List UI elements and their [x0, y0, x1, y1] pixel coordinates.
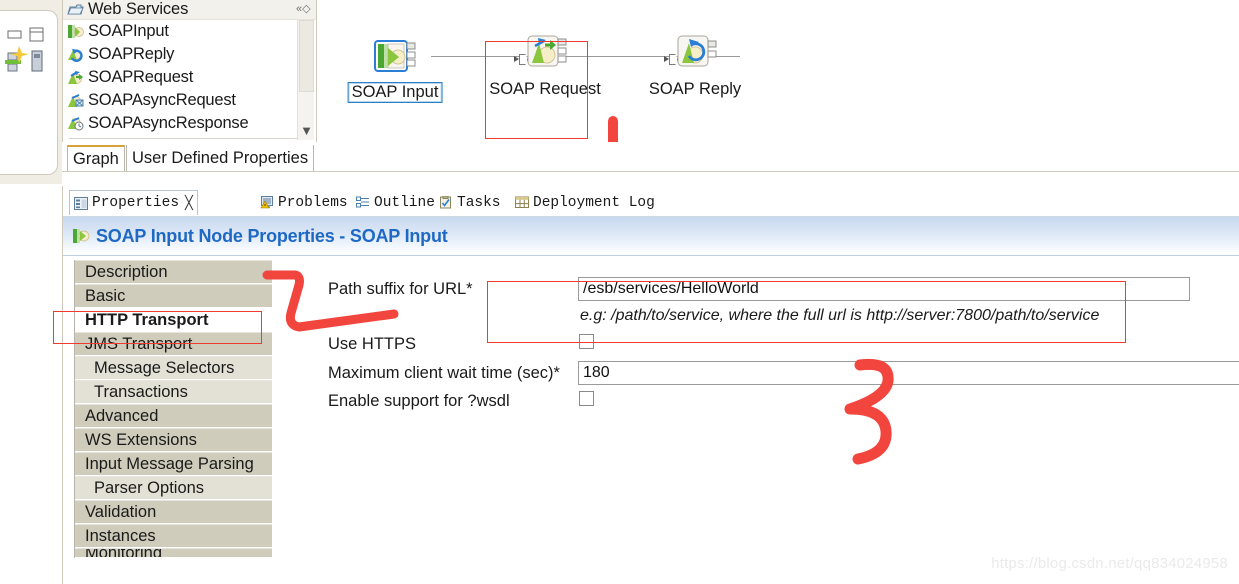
- soap-async-response-icon: [68, 117, 84, 131]
- soap-request-icon: [68, 71, 83, 84]
- plist-item-validation[interactable]: Validation: [75, 500, 272, 524]
- tab-outline[interactable]: Outline: [352, 190, 439, 215]
- tab-label: Graph: [73, 150, 119, 168]
- properties-icon: [74, 196, 88, 210]
- tab-graph[interactable]: Graph: [67, 145, 125, 172]
- flow-icon: [5, 46, 29, 72]
- tab-properties[interactable]: Properties ╳: [69, 190, 198, 215]
- plist-label: Basic: [85, 286, 126, 305]
- palette-item-soapasyncrequest[interactable]: SOAPAsyncRequest: [63, 89, 316, 112]
- chevron-down-icon[interactable]: ▼: [298, 122, 315, 140]
- soap-async-request-icon: [68, 94, 84, 107]
- palette-item-soaprequest[interactable]: SOAPRequest: [63, 66, 316, 89]
- soap-reply-icon: [68, 49, 83, 62]
- palette-item-label: SOAPRequest: [88, 68, 194, 86]
- wsdl-label: Enable support for ?wsdl: [328, 392, 510, 410]
- tab-label: Deployment Log: [533, 194, 655, 211]
- problems-icon: [260, 196, 273, 209]
- use-https-label: Use HTTPS: [328, 335, 417, 353]
- collapse-all-icon[interactable]: «◇: [296, 2, 311, 16]
- tasks-icon: [440, 196, 451, 209]
- max-wait-label: Maximum client wait time (sec)*: [328, 364, 560, 382]
- http-transport-highlight-box: [53, 311, 262, 344]
- properties-title-bar: SOAP Input Node Properties - SOAP Input: [63, 217, 1239, 256]
- tab-deployment-log[interactable]: Deployment Log: [511, 190, 659, 215]
- palette-item-soapinput[interactable]: SOAPInput: [63, 20, 316, 43]
- editor-tab-bar: Graph User Defined Properties: [62, 142, 1239, 172]
- plist-label: Message Selectors: [94, 358, 235, 377]
- plist-item-description[interactable]: Description: [75, 260, 272, 284]
- plist-item-ws-extensions[interactable]: WS Extensions: [75, 428, 272, 452]
- soap-input-highlight-box: [485, 41, 588, 139]
- tab-label: Outline: [374, 194, 435, 211]
- palette-section-title: Web Services: [88, 0, 189, 18]
- plist-item-parser-options[interactable]: Parser Options: [75, 476, 272, 500]
- palette-item-soapreply[interactable]: SOAPReply: [63, 43, 316, 66]
- deployment-icon: [515, 196, 529, 208]
- soap-input-icon: [73, 229, 90, 243]
- tab-user-defined-properties[interactable]: User Defined Properties: [126, 145, 315, 172]
- properties-view: Properties ╳ Problems Outline Tasks Depl…: [62, 186, 1239, 584]
- plist-item-transactions[interactable]: Transactions: [75, 380, 272, 404]
- server-icon: [31, 50, 43, 72]
- node-label[interactable]: SOAP Input: [347, 82, 443, 103]
- palette-section-header[interactable]: Web Services «◇: [63, 0, 316, 20]
- tab-tasks[interactable]: Tasks: [435, 190, 505, 215]
- path-suffix-label: Path suffix for URL*: [328, 280, 473, 298]
- message-flow-canvas[interactable]: SOAP Input SOAP Request SOAP Reply: [318, 0, 1239, 142]
- soap-reply-node-icon: [673, 33, 717, 73]
- palette-item-label: SOAPAsyncRequest: [88, 91, 236, 109]
- palette-panel: Web Services «◇ SOAPInput SOAPReply SOAP…: [62, 0, 317, 142]
- plist-label: Description: [85, 262, 168, 281]
- plist-item-message-selectors[interactable]: Message Selectors: [75, 356, 272, 380]
- max-wait-input[interactable]: [578, 361, 1239, 385]
- tab-label: Tasks: [457, 194, 501, 211]
- node-soap-reply[interactable]: SOAP Reply: [649, 33, 741, 98]
- node-label[interactable]: SOAP Reply: [649, 80, 741, 99]
- plist-label: Transactions: [94, 382, 188, 401]
- palette-scrollbar[interactable]: ▼: [297, 20, 314, 140]
- scrollbar-thumb[interactable]: [299, 20, 314, 92]
- outline-icon: [356, 196, 369, 208]
- plist-label: Monitoring: [85, 548, 163, 558]
- left-strip-icons: [5, 27, 44, 72]
- palette-divider: [69, 138, 310, 139]
- palette-item-soapasyncresponse[interactable]: SOAPAsyncResponse: [63, 112, 316, 135]
- palette-item-label: SOAPReply: [88, 45, 175, 63]
- plist-label: Instances: [85, 526, 156, 545]
- plist-label: Input Message Parsing: [85, 454, 254, 473]
- tab-problems[interactable]: Problems: [256, 190, 352, 215]
- plist-label: Parser Options: [94, 478, 205, 497]
- tab-label: Problems: [278, 194, 348, 211]
- tab-label: User Defined Properties: [132, 149, 309, 167]
- plist-item-basic[interactable]: Basic: [75, 284, 272, 308]
- properties-tab-bar: Properties ╳ Problems Outline Tasks Depl…: [63, 186, 1239, 217]
- plist-item-instances[interactable]: Instances: [75, 524, 272, 548]
- properties-section-list[interactable]: Description Basic HTTP Transport JMS Tra…: [74, 260, 272, 558]
- folder-icon: [67, 4, 84, 15]
- tab-underline: [62, 171, 1239, 172]
- watermark: https://blog.csdn.net/qq834024958: [991, 555, 1228, 572]
- plist-item-input-message-parsing[interactable]: Input Message Parsing: [75, 452, 272, 476]
- plist-label: WS Extensions: [85, 430, 197, 449]
- plist-item-monitoring[interactable]: Monitoring: [75, 548, 272, 558]
- plist-label: Advanced: [85, 406, 159, 425]
- node-soap-input[interactable]: SOAP Input: [347, 38, 443, 103]
- page-title: SOAP Input Node Properties - SOAP Input: [96, 225, 448, 246]
- close-icon[interactable]: ╳: [185, 196, 193, 211]
- plist-item-advanced[interactable]: Advanced: [75, 404, 272, 428]
- wsdl-checkbox[interactable]: [579, 391, 594, 406]
- tab-label: Properties: [92, 195, 180, 211]
- plist-label: Validation: [85, 502, 157, 521]
- path-suffix-highlight-box: [487, 281, 1126, 343]
- soap-input-icon: [68, 25, 84, 38]
- palette-item-label: SOAPInput: [88, 22, 169, 40]
- soap-input-node-icon: [373, 38, 417, 78]
- palette-item-label: SOAPAsyncResponse: [88, 114, 249, 132]
- left-tool-strip: [0, 0, 62, 184]
